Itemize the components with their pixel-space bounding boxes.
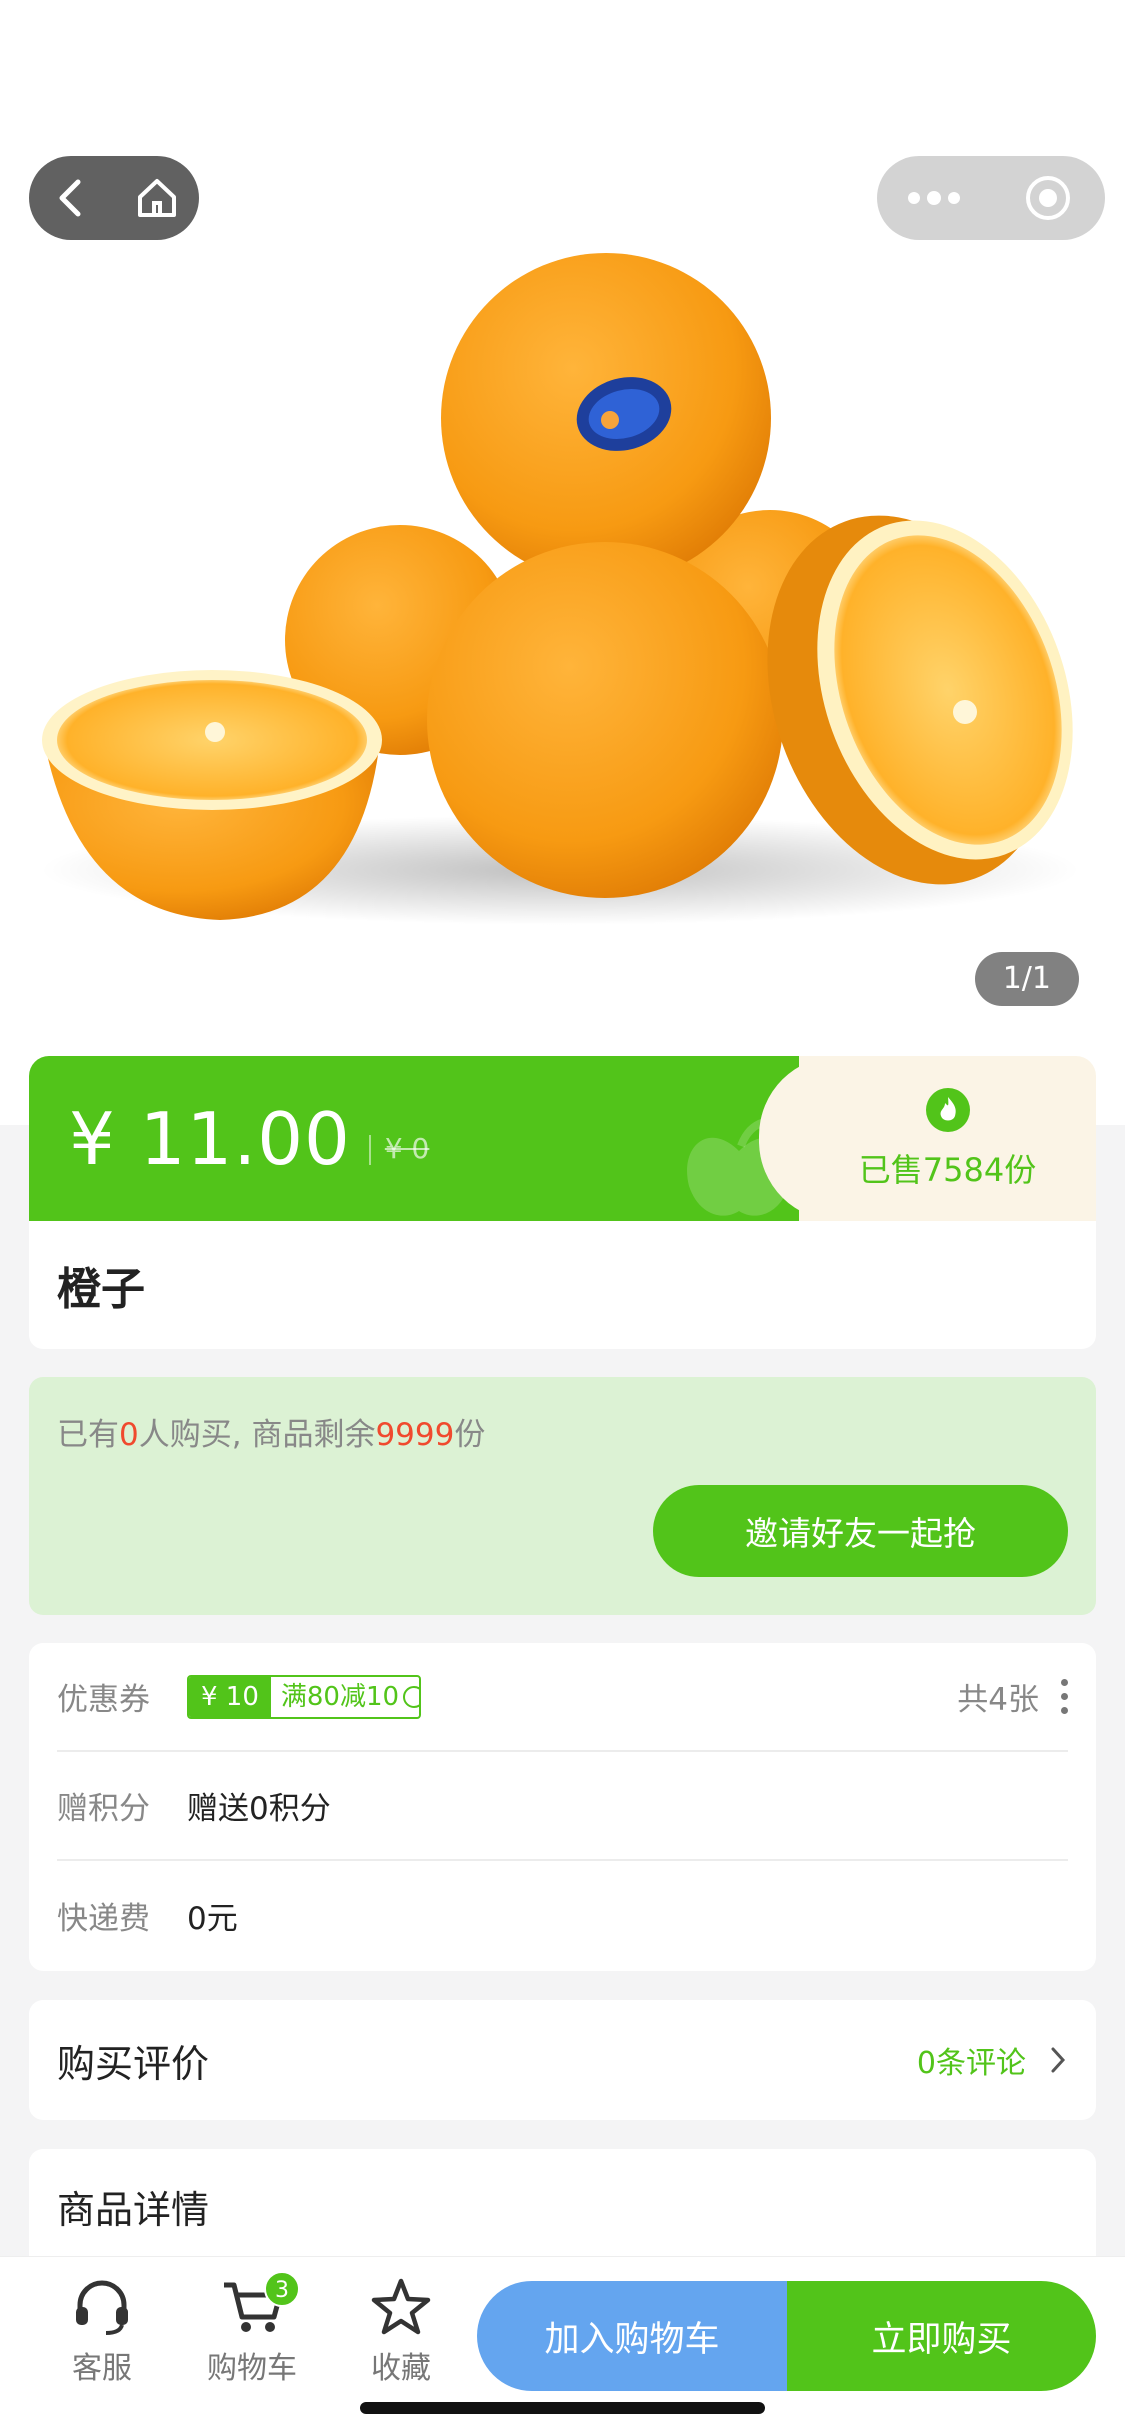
status-suffix: 份: [454, 1417, 486, 1453]
home-indicator: [360, 2402, 765, 2414]
price-bar: ¥ 11.00 ¥ 0 已售7584份: [29, 1056, 1096, 1221]
shipping-value: 0元: [187, 1901, 238, 1937]
fire-icon: [925, 1087, 970, 1132]
back-button[interactable]: [29, 156, 114, 240]
coupon-count: 共4张: [957, 1682, 1039, 1718]
close-miniprogram-button[interactable]: [991, 156, 1105, 240]
points-row: 赠积分 赠送0积分: [57, 1752, 1068, 1861]
back-arrow-icon: [59, 179, 80, 217]
star-icon: [371, 2278, 431, 2335]
points-value: 赠送0积分: [187, 1791, 331, 1827]
coupon-tag[interactable]: ¥ 10 满80减10: [187, 1674, 422, 1719]
home-icon: [137, 179, 176, 217]
vertical-more-icon[interactable]: [1061, 1679, 1068, 1714]
more-menu-button[interactable]: [877, 156, 991, 240]
more-dots-icon: [908, 191, 960, 205]
sold-count-box: 已售7584份: [759, 1056, 1096, 1221]
coupon-desc: 满80减10: [271, 1677, 420, 1717]
details-title: 商品详情: [57, 2188, 210, 2232]
sold-count: 已售7584份: [858, 1150, 1037, 1189]
shipping-label: 快递费: [57, 1901, 150, 1937]
reviews-count: 0条评论: [916, 2046, 1026, 2081]
product-page: 1/1 ¥ 11.00 ¥ 0 已售7584份 橙子 已有0人购买, 商品剩余9…: [0, 0, 1125, 2436]
product-title-card: 橙子: [29, 1221, 1096, 1349]
reviews-title: 购买评价: [57, 2041, 210, 2086]
home-button[interactable]: [114, 156, 199, 240]
status-prefix: 已有: [57, 1417, 119, 1453]
original-price: ¥ 0: [384, 1132, 430, 1165]
buyer-count: 0: [119, 1417, 139, 1453]
coupon-label: 优惠券: [57, 1682, 150, 1718]
customer-service-label: 客服: [72, 2351, 132, 2386]
target-icon: [1026, 176, 1070, 220]
cart-label: 购物车: [207, 2351, 297, 2386]
customer-service-button[interactable]: 客服: [42, 2277, 162, 2387]
status-middle: 人购买, 商品剩余: [138, 1417, 376, 1453]
invite-friends-button[interactable]: 邀请好友一起抢: [653, 1485, 1068, 1577]
coupon-row[interactable]: 优惠券 ¥ 10 满80减10 共4张: [57, 1643, 1068, 1752]
nav-capsule-left: [29, 156, 199, 240]
nav-capsule-right: [877, 156, 1105, 240]
favorite-label: 收藏: [371, 2351, 431, 2386]
add-to-cart-button[interactable]: 加入购物车: [477, 2281, 787, 2391]
chevron-right-icon: [1051, 2047, 1066, 2073]
price-divider: [368, 1134, 371, 1165]
favorite-button[interactable]: 收藏: [341, 2277, 461, 2387]
shipping-row: 快递费 0元: [57, 1861, 1068, 1970]
coupon-amount: ¥ 10: [189, 1676, 271, 1717]
headset-icon: [76, 2280, 128, 2335]
cart-button[interactable]: 3 购物车: [192, 2271, 312, 2387]
image-counter: 1/1: [974, 952, 1079, 1006]
points-label: 赠积分: [57, 1791, 150, 1827]
price-section: ¥ 11.00 ¥ 0: [29, 1056, 799, 1221]
cart-badge: 3: [264, 2271, 300, 2307]
product-title: 橙子: [57, 1264, 145, 1315]
group-buy-card: 已有0人购买, 商品剩余9999份 邀请好友一起抢: [29, 1377, 1096, 1615]
current-price: ¥ 11.00: [69, 1096, 351, 1181]
purchase-status: 已有0人购买, 商品剩余9999份: [57, 1409, 485, 1454]
reviews-row[interactable]: 购买评价 0条评论: [29, 2000, 1096, 2120]
stock-count: 9999: [375, 1417, 455, 1453]
buy-now-button[interactable]: 立即购买: [787, 2281, 1096, 2391]
product-info-card: 优惠券 ¥ 10 满80减10 共4张 赠积分 赠送0积分 快递费 0元: [29, 1643, 1096, 1971]
